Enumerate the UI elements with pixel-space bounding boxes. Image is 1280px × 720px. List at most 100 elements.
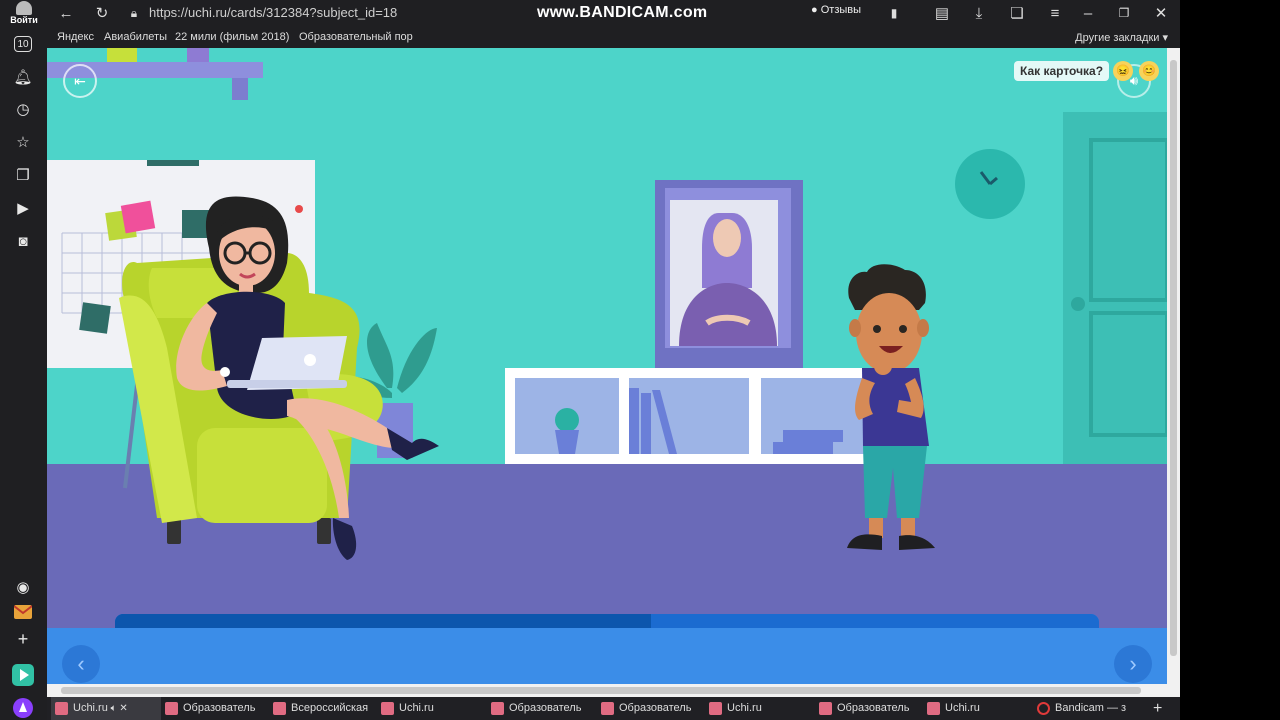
favicon-icon bbox=[491, 702, 504, 715]
chevron-right-icon: › bbox=[1129, 651, 1137, 676]
shelf-item bbox=[107, 48, 137, 62]
back-button[interactable]: ← bbox=[55, 3, 77, 23]
login-label: Войти bbox=[10, 15, 38, 25]
exit-button[interactable]: ⇤ bbox=[63, 64, 97, 98]
user-avatar-icon bbox=[16, 1, 32, 15]
favicon-icon bbox=[55, 702, 68, 715]
exit-icon: ⇤ bbox=[74, 72, 86, 89]
other-bookmarks[interactable]: Другие закладки ▾ bbox=[1075, 31, 1168, 44]
tab-item[interactable]: Всероссийская bbox=[269, 697, 377, 720]
tab-item[interactable]: Bandicam — з bbox=[1033, 697, 1143, 720]
nav-panel-right: › bbox=[1099, 628, 1167, 684]
shelf-bracket bbox=[232, 78, 248, 100]
tabs-counter-button[interactable]: 10 bbox=[11, 32, 35, 56]
bookmark-film[interactable]: 22 мили (фильм 2018) bbox=[175, 31, 289, 43]
play-icon[interactable] bbox=[11, 663, 35, 687]
portrait-frame bbox=[655, 180, 803, 368]
tab-label: Образователь bbox=[619, 702, 692, 714]
bookmarks-bar: Яндекс Авиабилеты 22 мили (фильм 2018) О… bbox=[47, 26, 1180, 48]
reader-icon[interactable]: ▤ bbox=[931, 3, 953, 23]
emoji-like-button[interactable]: 😊 bbox=[1139, 61, 1159, 81]
tab-item[interactable]: Uchi.ru 🔈︎ ✕ bbox=[51, 697, 161, 720]
tab-label: Образователь bbox=[837, 702, 910, 714]
favicon-icon bbox=[273, 702, 286, 715]
video-icon[interactable]: ▶ bbox=[11, 196, 35, 220]
tab-item[interactable]: Образователь bbox=[161, 697, 269, 720]
speech-bubble-icon: ● bbox=[811, 4, 818, 16]
pin bbox=[295, 205, 303, 213]
collections-icon[interactable]: ❐ bbox=[11, 163, 35, 187]
favicon-icon bbox=[165, 702, 178, 715]
prev-button[interactable]: ‹ bbox=[62, 645, 100, 683]
reviews-label: Отзывы bbox=[820, 4, 862, 16]
favicon-icon bbox=[819, 702, 832, 715]
bookmark-avia[interactable]: Авиабилеты bbox=[104, 31, 167, 43]
alice-voice-icon[interactable] bbox=[11, 696, 35, 720]
bell-icon[interactable]: 🔔︎ bbox=[11, 65, 35, 89]
lock-icon[interactable]: 🔒︎ bbox=[123, 3, 145, 23]
download-icon[interactable]: ⤓ bbox=[968, 3, 990, 23]
nav-panel-left: ‹ bbox=[47, 628, 115, 684]
whiteboard-clip bbox=[147, 160, 199, 166]
minimize-icon[interactable]: – bbox=[1077, 3, 1099, 23]
new-tab-button[interactable]: + bbox=[1147, 697, 1162, 720]
next-button[interactable]: › bbox=[1114, 645, 1152, 683]
favicon-icon bbox=[927, 702, 940, 715]
wall-clock bbox=[955, 149, 1025, 219]
horizontal-scrollbar[interactable] bbox=[47, 684, 1180, 697]
tab-label: Uchi.ru bbox=[399, 702, 434, 714]
tab-item[interactable]: Uchi.ru bbox=[923, 697, 1033, 720]
reload-button[interactable]: ↻ bbox=[91, 3, 113, 23]
alice-icon[interactable]: ◉ bbox=[11, 575, 35, 599]
screenshot-icon[interactable]: ◙ bbox=[11, 229, 35, 253]
play-svg bbox=[12, 664, 34, 686]
bookmark-yandex[interactable]: Яндекс bbox=[57, 31, 94, 43]
tab-item[interactable]: Образователь bbox=[487, 697, 597, 720]
bookmark-icon[interactable]: ▮ bbox=[883, 3, 905, 23]
vertical-scrollbar[interactable] bbox=[1167, 48, 1180, 684]
favicon-icon bbox=[381, 702, 394, 715]
close-icon[interactable]: ✕ bbox=[1150, 3, 1172, 23]
add-panel-icon[interactable]: + bbox=[11, 627, 35, 651]
history-icon[interactable]: ◷ bbox=[11, 97, 35, 121]
menu-icon[interactable]: ≡ bbox=[1044, 3, 1066, 23]
student-character bbox=[847, 264, 935, 550]
tab-close-icon[interactable]: 🔈︎ ✕ bbox=[108, 703, 128, 714]
tab-item[interactable]: Образователь bbox=[815, 697, 923, 720]
favicon-icon bbox=[601, 702, 614, 715]
rate-card-prompt: Как карточка? bbox=[1014, 61, 1110, 81]
login-button[interactable]: Войти bbox=[6, 0, 42, 28]
extensions-icon[interactable]: ❏ bbox=[1006, 3, 1028, 23]
tab-label: Uchi.ru bbox=[945, 702, 980, 714]
sticky-note bbox=[182, 210, 210, 238]
vertical-scroll-thumb[interactable] bbox=[1170, 60, 1177, 656]
bookmark-edu[interactable]: Образовательный пор bbox=[299, 31, 413, 43]
horizontal-scroll-thumb[interactable] bbox=[61, 687, 1141, 694]
lesson-scene: ⇤ Как карточка? 🔊︎ 😖 😊 ‹ › bbox=[47, 48, 1167, 684]
star-icon[interactable]: ☆ bbox=[11, 130, 35, 154]
record-icon bbox=[1037, 702, 1050, 715]
tab-label: Образователь bbox=[183, 702, 256, 714]
tab-item[interactable]: Uchi.ru bbox=[377, 697, 487, 720]
screen: Войти 10 🔔︎ ◷ ☆ ❐ ▶ ◙ ◉ + ← ↻ 🔒︎ https:/… bbox=[0, 0, 1280, 720]
mail-icon[interactable] bbox=[11, 600, 35, 624]
emoji-dislike-button[interactable]: 😖 bbox=[1113, 61, 1133, 81]
favicon-icon bbox=[709, 702, 722, 715]
tab-label: Образователь bbox=[509, 702, 582, 714]
door bbox=[1063, 112, 1167, 464]
shelf-item bbox=[187, 48, 209, 62]
restore-icon[interactable]: ❐ bbox=[1113, 3, 1135, 23]
low-cabinet bbox=[505, 368, 875, 464]
address-bar: ← ↻ 🔒︎ https://uchi.ru/cards/312384?subj… bbox=[47, 0, 1180, 26]
tab-item[interactable]: Образователь bbox=[597, 697, 705, 720]
url-field[interactable]: https://uchi.ru/cards/312384?subject_id=… bbox=[149, 5, 397, 20]
browser-sidebar: Войти 10 🔔︎ ◷ ☆ ❐ ▶ ◙ ◉ + bbox=[0, 0, 47, 720]
tab-label: Всероссийская bbox=[291, 702, 369, 714]
tab-label: Bandicam — з bbox=[1055, 702, 1127, 714]
reviews-button[interactable]: ● Отзывы bbox=[811, 4, 861, 16]
bandicam-watermark: www.BANDICAM.com bbox=[537, 4, 708, 21]
letterbox-right bbox=[1180, 0, 1280, 720]
tab-item[interactable]: Uchi.ru bbox=[705, 697, 815, 720]
alice-svg bbox=[13, 698, 33, 718]
progress-fill bbox=[115, 614, 652, 628]
